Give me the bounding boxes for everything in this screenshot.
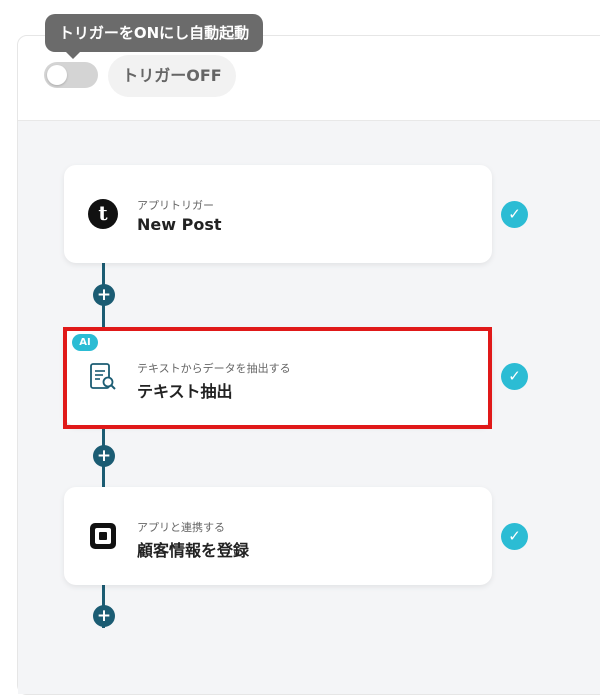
check-icon: ✓: [501, 523, 528, 550]
step-card-trigger[interactable]: t アプリトリガー New Post: [64, 165, 492, 263]
step-card-register-customer[interactable]: アプリと連携する 顧客情報を登録: [64, 487, 492, 585]
step-title: New Post: [137, 215, 222, 234]
trigger-status-label: トリガーOFF: [108, 55, 236, 97]
add-step-button[interactable]: +: [93, 605, 115, 627]
trigger-toggle[interactable]: [44, 62, 98, 88]
step-title: 顧客情報を登録: [137, 541, 250, 560]
square-logo-icon: [88, 521, 118, 551]
ai-badge: AI: [72, 334, 98, 351]
tumblr-icon: t: [88, 199, 118, 229]
tooltip-tail: [66, 52, 80, 59]
toggle-knob: [47, 65, 67, 85]
step-subtitle: アプリと連携する: [137, 521, 225, 534]
add-step-button[interactable]: +: [93, 445, 115, 467]
add-step-button[interactable]: +: [93, 284, 115, 306]
check-icon: ✓: [501, 363, 528, 390]
document-search-icon: [88, 362, 118, 392]
step-subtitle: テキストからデータを抽出する: [137, 362, 291, 375]
check-icon: ✓: [501, 201, 528, 228]
step-card-text-extract[interactable]: テキストからデータを抽出する テキスト抽出: [64, 328, 492, 426]
step-subtitle: アプリトリガー: [137, 199, 214, 212]
step-title: テキスト抽出: [137, 382, 233, 401]
trigger-tooltip: トリガーをONにし自動起動: [45, 14, 263, 52]
